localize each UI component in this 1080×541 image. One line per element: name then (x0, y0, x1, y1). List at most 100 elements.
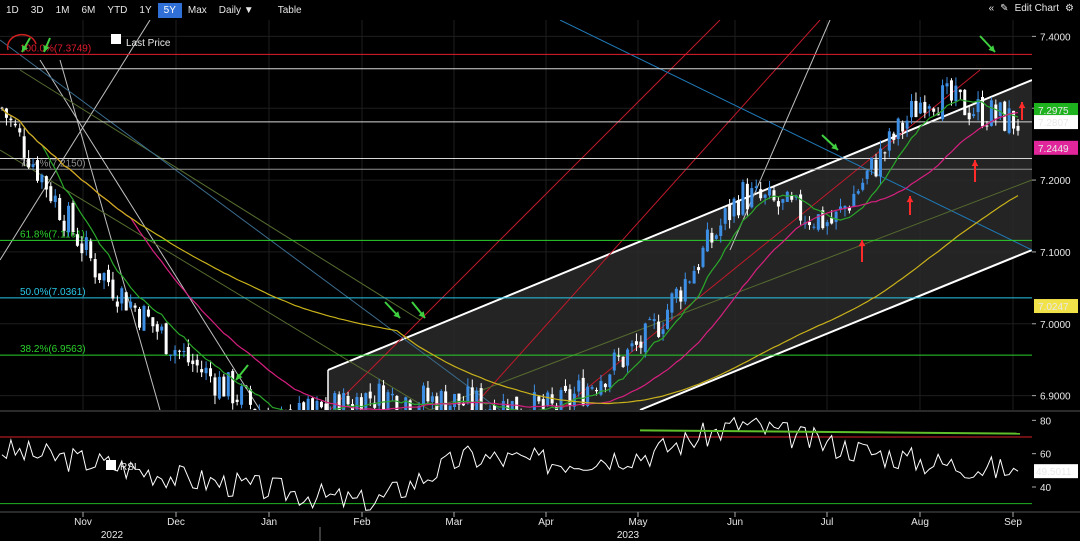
candle-body (630, 343, 634, 347)
candle-body (643, 323, 647, 353)
candle-body (634, 341, 638, 345)
candle-body (883, 152, 887, 154)
rsi-legend-swatch (106, 460, 116, 470)
candle-body (222, 376, 226, 397)
candle-body (590, 387, 594, 389)
candle-body (146, 309, 150, 317)
candle-body (35, 160, 39, 181)
candle-body (217, 376, 221, 399)
candle-body (603, 383, 607, 388)
candle-body (728, 204, 732, 221)
candle-body (874, 159, 878, 177)
candle-body (923, 101, 927, 113)
candle-body (546, 392, 550, 406)
x-tick-label: Jan (261, 517, 277, 528)
candle-body (688, 281, 692, 283)
candle-body (825, 222, 829, 227)
rsi-y-tick-label: 80 (1040, 416, 1052, 427)
candle-body (1016, 125, 1020, 131)
candle-body (84, 237, 88, 251)
price-tag-label: 7.2807 (1038, 118, 1069, 129)
candle-body (120, 288, 124, 304)
candle-body (386, 392, 390, 410)
candle-body (732, 198, 736, 217)
candle-body (972, 114, 976, 116)
candle-body (790, 195, 794, 200)
rsi-y-tick-label: 60 (1040, 450, 1052, 461)
candle-body (701, 247, 705, 267)
candle-body (404, 397, 408, 410)
candle-body (705, 229, 709, 252)
candle-body (710, 232, 714, 243)
candle-body (89, 241, 93, 259)
candle-body (182, 351, 186, 353)
candle-body (49, 186, 53, 202)
candle-body (155, 324, 159, 332)
fib-level-label: 50.0%(7.0361) (20, 287, 86, 298)
candle-body (754, 186, 758, 189)
candle-body (998, 102, 1002, 117)
candle-body (315, 400, 319, 410)
candle-body (138, 308, 142, 328)
candle-body (617, 355, 621, 357)
candle-body (745, 183, 749, 210)
candle-body (80, 243, 84, 254)
candle-body (670, 293, 674, 313)
candle-body (27, 158, 31, 168)
candle-body (697, 267, 701, 271)
candle-body (186, 347, 190, 363)
candle-body (142, 306, 146, 331)
candle-body (807, 221, 811, 226)
candle-body (204, 367, 208, 374)
candle-body (40, 174, 44, 183)
candle-body (453, 394, 457, 407)
x-tick-label: May (629, 517, 648, 528)
candle-body (58, 198, 62, 221)
candle-body (231, 370, 235, 404)
candle-body (111, 279, 115, 299)
x-tick-label: Apr (538, 517, 554, 528)
candle-body (240, 386, 244, 405)
candle-body (768, 188, 772, 196)
candle-body (714, 235, 718, 239)
candle-body (612, 352, 616, 371)
candle-body (169, 354, 173, 356)
candle-body (475, 390, 479, 410)
candle-body (692, 270, 696, 284)
candle-body (901, 122, 905, 132)
x-tick-label: Jun (727, 517, 743, 528)
candle-body (927, 106, 931, 109)
candle-body (657, 321, 661, 337)
y-tick-label: 7.0000 (1040, 320, 1071, 331)
legend-last-price: Last Price (126, 38, 171, 49)
candle-body (129, 301, 133, 308)
year-label: 2022 (101, 530, 124, 541)
candle-body (932, 108, 936, 112)
candle-body (9, 118, 13, 121)
candle-body (102, 273, 106, 281)
candle-body (830, 218, 834, 224)
candle-body (75, 234, 79, 246)
candle-body (439, 390, 443, 410)
candle-body (319, 401, 323, 408)
candle-body (781, 199, 785, 203)
candle-body (652, 319, 656, 322)
x-tick-label: Nov (74, 517, 92, 528)
candle-body (674, 288, 678, 298)
candle-body (209, 368, 213, 377)
candle-body (834, 211, 838, 222)
candle-body (164, 323, 168, 355)
candle-body (368, 391, 372, 399)
candle-body (124, 292, 128, 311)
candle-body (856, 191, 860, 194)
candle-body (661, 329, 665, 334)
rsi-y-tick-label: 40 (1040, 483, 1052, 494)
candle-body (44, 176, 48, 190)
candle-body (639, 341, 643, 348)
candle-body (626, 349, 630, 366)
candle-body (861, 182, 865, 190)
candle-body (18, 128, 22, 133)
candle-body (191, 360, 195, 365)
x-tick-label: Jul (821, 517, 834, 528)
candle-body (750, 188, 754, 208)
